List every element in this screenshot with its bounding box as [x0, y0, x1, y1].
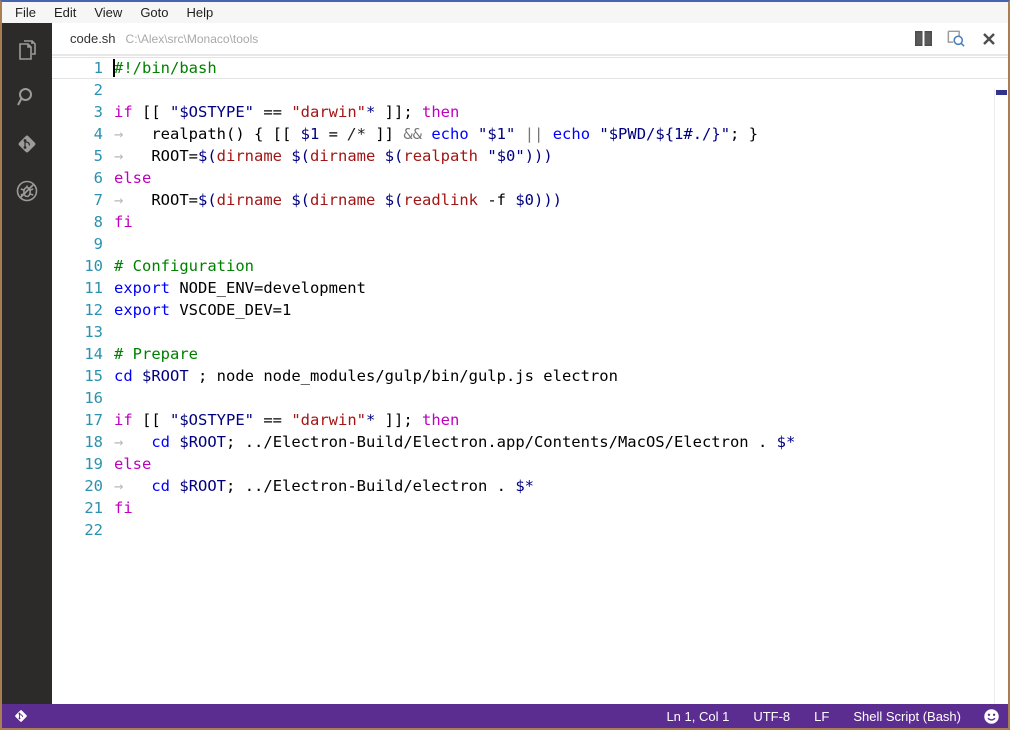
- line-number: 13: [84, 323, 103, 341]
- line-content: if [[ "$OSTYPE" == "darwin"* ]]; then: [114, 103, 460, 121]
- line-content: → ROOT=$(dirname $(dirname $(readlink -f…: [114, 191, 563, 209]
- menu-view[interactable]: View: [85, 3, 131, 22]
- line-content: export NODE_ENV=development: [114, 279, 366, 297]
- code-line-21[interactable]: 21 fi: [52, 497, 1008, 519]
- tab-filename[interactable]: code.sh: [70, 31, 116, 46]
- menu-file[interactable]: File: [6, 3, 45, 22]
- line-number: 11: [84, 279, 103, 297]
- open-preview-icon[interactable]: [947, 30, 965, 48]
- tab-bar: code.sh C:\Alex\src\Monaco\tools: [52, 23, 1008, 56]
- line-number: 22: [84, 521, 103, 539]
- line-number: 2: [93, 81, 103, 99]
- text-cursor: [113, 59, 115, 77]
- line-number: 19: [84, 455, 103, 473]
- search-icon[interactable]: [14, 84, 40, 110]
- line-content: [114, 387, 1008, 409]
- code-line-10[interactable]: 10 # Configuration: [52, 255, 1008, 277]
- line-number: 9: [93, 235, 103, 253]
- activity-bar: [2, 23, 52, 704]
- code-line-14[interactable]: 14 # Prepare: [52, 343, 1008, 365]
- position-indicator[interactable]: Ln 1, Col 1: [666, 709, 729, 724]
- git-branch-icon[interactable]: [12, 707, 30, 725]
- line-number: 21: [84, 499, 103, 517]
- line-number: 20: [84, 477, 103, 495]
- menu-help[interactable]: Help: [178, 3, 223, 22]
- line-number: 4: [93, 125, 103, 143]
- code-line-6[interactable]: 6 else: [52, 167, 1008, 189]
- line-number: 7: [93, 191, 103, 209]
- line-number: 17: [84, 411, 103, 429]
- status-bar: Ln 1, Col 1 UTF-8 LF Shell Script (Bash): [2, 704, 1008, 728]
- line-content: if [[ "$OSTYPE" == "darwin"* ]]; then: [114, 411, 460, 429]
- code-line-8[interactable]: 8 fi: [52, 211, 1008, 233]
- no-bugs-icon[interactable]: [14, 178, 40, 204]
- line-content: [114, 519, 1008, 541]
- code-line-16[interactable]: 16: [52, 387, 1008, 409]
- line-number: 16: [84, 389, 103, 407]
- line-number: 8: [93, 213, 103, 231]
- code-line-11[interactable]: 11 export NODE_ENV=development: [52, 277, 1008, 299]
- statusbar-right: Ln 1, Col 1 UTF-8 LF Shell Script (Bash): [666, 709, 961, 724]
- tab-filepath: C:\Alex\src\Monaco\tools: [125, 31, 259, 46]
- encoding-indicator[interactable]: UTF-8: [753, 709, 790, 724]
- language-indicator[interactable]: Shell Script (Bash): [853, 709, 961, 724]
- line-content: fi: [114, 213, 133, 231]
- line-content: → realpath() { [[ $1 = /* ]] && echo "$1…: [114, 125, 759, 143]
- code-line-15[interactable]: 15 cd $ROOT ; node node_modules/gulp/bin/…: [52, 365, 1008, 387]
- line-content: export VSCODE_DEV=1: [114, 301, 292, 319]
- code-line-9[interactable]: 9: [52, 233, 1008, 255]
- line-content: → cd $ROOT; ../Electron-Build/Electron.a…: [114, 433, 796, 451]
- line-content: → ROOT=$(dirname $(dirname $(realpath "$…: [114, 147, 553, 165]
- overview-ruler-cursor-mark: [996, 90, 1007, 95]
- line-content: → cd $ROOT; ../Electron-Build/electron .…: [114, 477, 534, 495]
- line-content: else: [114, 455, 152, 473]
- code-line-1[interactable]: 1 #!/bin/bash: [52, 57, 1008, 79]
- split-editor-icon[interactable]: [914, 30, 932, 48]
- editor-lines: 1 #!/bin/bash 2 3 if [[ "$OSTYPE" == "darwin…: [52, 57, 1008, 541]
- close-icon[interactable]: [980, 30, 998, 48]
- code-line-20[interactable]: 20 → cd $ROOT; ../Electron-Build/electron…: [52, 475, 1008, 497]
- line-number: 15: [84, 367, 103, 385]
- app-window: File Edit View Goto Help code.sh C:\Alex…: [0, 0, 1010, 730]
- vertical-scrollbar[interactable]: [994, 89, 1008, 704]
- code-line-7[interactable]: 7 → ROOT=$(dirname $(dirname $(readlink -…: [52, 189, 1008, 211]
- explorer-icon[interactable]: [14, 37, 40, 63]
- line-content: [114, 321, 1008, 343]
- line-content: cd $ROOT ; node node_modules/gulp/bin/gu…: [114, 367, 618, 385]
- line-number: 3: [93, 103, 103, 121]
- menu-goto[interactable]: Goto: [131, 3, 177, 22]
- git-icon[interactable]: [14, 131, 40, 157]
- line-number: 10: [84, 257, 103, 275]
- code-line-17[interactable]: 17 if [[ "$OSTYPE" == "darwin"* ]]; then: [52, 409, 1008, 431]
- line-number: 12: [84, 301, 103, 319]
- code-line-2[interactable]: 2: [52, 79, 1008, 101]
- menu-bar: File Edit View Goto Help: [2, 2, 1008, 23]
- code-line-4[interactable]: 4 → realpath() { [[ $1 = /* ]] && echo "$…: [52, 123, 1008, 145]
- eol-indicator[interactable]: LF: [814, 709, 829, 724]
- line-number: 18: [84, 433, 103, 451]
- line-content: # Prepare: [114, 345, 198, 363]
- line-content: fi: [114, 499, 133, 517]
- line-content: else: [114, 169, 152, 187]
- code-line-12[interactable]: 12 export VSCODE_DEV=1: [52, 299, 1008, 321]
- line-number: 1: [93, 59, 103, 77]
- line-content: [114, 79, 1008, 101]
- line-number: 6: [93, 169, 103, 187]
- feedback-smiley-icon[interactable]: [983, 708, 1000, 725]
- code-line-19[interactable]: 19 else: [52, 453, 1008, 475]
- line-number: 14: [84, 345, 103, 363]
- line-content: # Configuration: [114, 257, 254, 275]
- menu-edit[interactable]: Edit: [45, 3, 85, 22]
- code-editor[interactable]: 1 #!/bin/bash 2 3 if [[ "$OSTYPE" == "darwin…: [52, 56, 1008, 704]
- line-content: [114, 233, 1008, 255]
- code-line-5[interactable]: 5 → ROOT=$(dirname $(dirname $(realpath "…: [52, 145, 1008, 167]
- code-line-13[interactable]: 13: [52, 321, 1008, 343]
- line-number: 5: [93, 147, 103, 165]
- code-line-18[interactable]: 18 → cd $ROOT; ../Electron-Build/Electron…: [52, 431, 1008, 453]
- code-line-3[interactable]: 3 if [[ "$OSTYPE" == "darwin"* ]]; then: [52, 101, 1008, 123]
- code-line-22[interactable]: 22: [52, 519, 1008, 541]
- line-content: #!/bin/bash: [113, 59, 217, 77]
